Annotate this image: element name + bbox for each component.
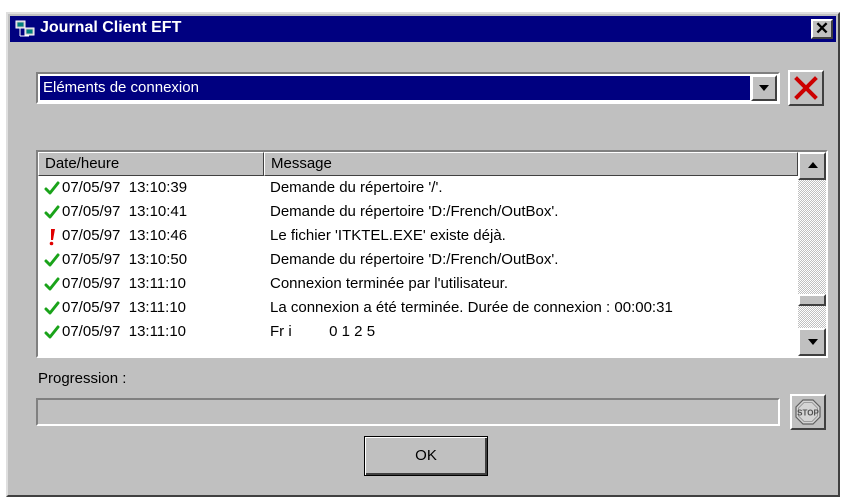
- stop-label: STOP: [797, 409, 819, 418]
- stop-button[interactable]: STOP: [790, 394, 826, 430]
- journal-client-eft-dialog: Journal Client EFT ✕ Eléments de connexi…: [6, 12, 840, 497]
- log-datetime: 07/05/97 13:11:10: [62, 323, 186, 340]
- log-datetime: 07/05/97 13:10:50: [62, 251, 188, 268]
- green-check-icon: [44, 200, 60, 224]
- red-exclamation-icon: [44, 224, 60, 248]
- arrow-down-icon: [808, 339, 818, 345]
- log-row[interactable]: 07/05/97 13:10:41 Demande du répertoire '…: [38, 200, 798, 224]
- green-check-icon: [44, 176, 60, 200]
- vertical-scrollbar[interactable]: [798, 152, 826, 356]
- green-check-icon: [44, 272, 60, 296]
- log-datetime: 07/05/97 13:10:41: [62, 203, 188, 220]
- clear-log-button[interactable]: [788, 70, 824, 106]
- scroll-up-button[interactable]: [798, 152, 826, 180]
- log-message: Demande du répertoire '/'.: [270, 179, 443, 196]
- arrow-up-icon: [808, 162, 818, 168]
- progress-bar: [36, 398, 780, 426]
- log-message: Le fichier 'ITKTEL.EXE' existe déjà.: [270, 227, 506, 244]
- log-row[interactable]: 07/05/97 13:10:50 Demande du répertoire '…: [38, 248, 798, 272]
- log-message: Demande du répertoire 'D:/French/OutBox'…: [270, 251, 559, 268]
- log-row[interactable]: 07/05/97 13:11:10 Connexion terminée par …: [38, 272, 798, 296]
- log-row[interactable]: 07/05/97 13:10:46 Le fichier 'ITKTEL.EXE'…: [38, 224, 798, 248]
- log-list[interactable]: Date/heure Message 07/05/97 13:10:39 Dema…: [36, 150, 828, 358]
- network-computers-icon: [15, 20, 35, 37]
- green-check-icon: [44, 248, 60, 272]
- scroll-down-button[interactable]: [798, 328, 826, 356]
- combobox-selected-value: Eléments de connexion: [40, 76, 750, 100]
- column-header-datetime[interactable]: Date/heure: [38, 152, 264, 176]
- log-datetime: 07/05/97 13:11:10: [62, 275, 186, 292]
- scroll-thumb[interactable]: [798, 294, 826, 306]
- window-title: Journal Client EFT: [40, 19, 182, 36]
- log-datetime: 07/05/97 13:10:39: [62, 179, 188, 196]
- red-x-icon: [794, 76, 818, 100]
- log-datetime: 07/05/97 13:10:46: [62, 227, 188, 244]
- progress-label: Progression :: [38, 370, 127, 387]
- ok-button[interactable]: OK: [364, 436, 488, 476]
- log-category-combobox[interactable]: Eléments de connexion: [36, 72, 780, 104]
- stop-sign-icon: STOP: [795, 399, 821, 425]
- log-message: La connexion a été terminée. Durée de co…: [270, 299, 673, 316]
- log-row[interactable]: 07/05/97 13:11:10 Fr i 0 1 2 5: [38, 320, 798, 344]
- green-check-icon: [44, 320, 60, 344]
- close-icon: ✕: [814, 19, 830, 38]
- log-list-body: Date/heure Message 07/05/97 13:10:39 Dema…: [38, 152, 798, 356]
- log-row[interactable]: 07/05/97 13:10:39 Demande du répertoire '…: [38, 176, 798, 200]
- green-check-icon: [44, 296, 60, 320]
- log-datetime: 07/05/97 13:11:10: [62, 299, 186, 316]
- title-bar[interactable]: Journal Client EFT ✕: [10, 16, 836, 42]
- log-message: Connexion terminée par l'utilisateur.: [270, 275, 508, 292]
- log-message: Fr i 0 1 2 5: [270, 323, 376, 340]
- close-button[interactable]: ✕: [811, 19, 833, 39]
- column-header-message[interactable]: Message: [264, 152, 798, 176]
- log-row[interactable]: 07/05/97 13:11:10 La connexion a été term…: [38, 296, 798, 320]
- log-message: Demande du répertoire 'D:/French/OutBox'…: [270, 203, 559, 220]
- list-header: Date/heure Message: [38, 152, 798, 176]
- combobox-dropdown-button[interactable]: [751, 75, 777, 101]
- chevron-down-icon: [759, 85, 769, 91]
